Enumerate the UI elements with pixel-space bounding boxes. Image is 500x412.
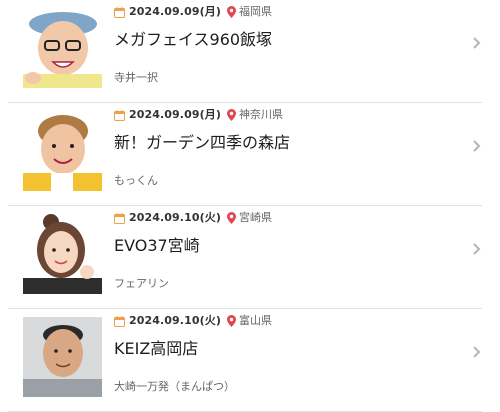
calendar-icon [114,315,125,327]
performer-name: もっくん [114,174,158,187]
event-title: メガフェイス960飯塚 [114,30,273,49]
chevron-right-icon [473,243,481,255]
performer-photo [23,317,102,397]
calendar-icon [114,109,125,121]
chevron-right-icon [473,140,481,152]
event-item[interactable]: 2024.09.10(火) 宮崎県 EVO37宮崎 フェアリン [8,206,482,309]
calendar-icon [114,6,125,18]
event-date: 2024.09.09(月) [129,108,221,121]
chevron-right-icon [473,37,481,49]
map-pin-icon [226,212,236,224]
event-item[interactable]: 2024.09.10(火) 富山県 KEIZ高岡店 大崎一万発（まんぱつ） [8,309,482,412]
map-pin-icon [226,315,236,327]
map-pin-icon [226,6,236,18]
event-title: 新！ガーデン四季の森店 [114,133,291,152]
event-title: KEIZ高岡店 [114,339,199,358]
event-title: EVO37宮崎 [114,236,200,255]
calendar-icon [114,212,125,224]
map-pin-icon [226,109,236,121]
event-item[interactable]: 2024.09.09(月) 神奈川県 新！ガーデン四季の森店 もっくん [8,103,482,206]
event-prefecture: 福岡県 [238,5,272,18]
event-prefecture: 富山県 [238,314,272,327]
performer-name: フェアリン [114,277,169,290]
chevron-right-icon [473,346,481,358]
performer-photo [23,8,102,88]
event-prefecture: 神奈川県 [238,108,283,121]
performer-photo [23,111,102,191]
event-date: 2024.09.10(火) [129,211,221,224]
performer-name: 寺井一択 [114,71,158,84]
event-prefecture: 宮崎県 [238,211,272,224]
performer-name: 大崎一万発（まんぱつ） [114,380,235,393]
event-item[interactable]: 2024.09.09(月) 福岡県 メガフェイス960飯塚 寺井一択 [8,0,482,103]
event-list: 2024.09.09(月) 福岡県 メガフェイス960飯塚 寺井一択 2024.… [0,0,500,412]
performer-photo [23,214,102,294]
event-date: 2024.09.09(月) [129,5,221,18]
event-date: 2024.09.10(火) [129,314,221,327]
